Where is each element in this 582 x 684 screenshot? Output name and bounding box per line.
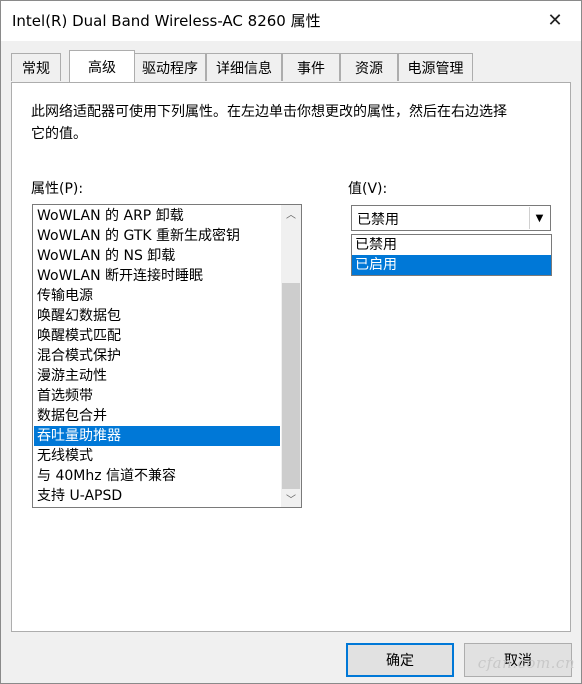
scroll-down-button[interactable]: ﹀ xyxy=(281,490,301,507)
scroll-up-button[interactable]: ︿ xyxy=(281,205,301,222)
properties-listbox[interactable]: WoWLAN 的 ARP 卸载 WoWLAN 的 GTK 重新生成密钥 WoWL… xyxy=(32,204,302,508)
list-item[interactable]: WoWLAN 的 ARP 卸载 xyxy=(34,206,280,226)
window-title: Intel(R) Dual Band Wireless-AC 8260 属性 xyxy=(12,12,321,30)
list-item[interactable]: 与 40Mhz 信道不兼容 xyxy=(34,466,280,486)
scroll-thumb[interactable] xyxy=(282,283,300,489)
tab-resources[interactable]: 资源 xyxy=(340,53,398,81)
combobox-dropdown-button[interactable]: ▼ xyxy=(529,207,549,229)
list-item[interactable]: 无线模式 xyxy=(34,446,280,466)
chevron-up-icon: ︿ xyxy=(286,210,296,221)
list-scrollbar[interactable]: ︿ ﹀ xyxy=(281,205,301,507)
list-item[interactable]: WoWLAN 的 GTK 重新生成密钥 xyxy=(34,226,280,246)
list-item[interactable]: 数据包合并 xyxy=(34,406,280,426)
tab-general[interactable]: 常规 xyxy=(11,53,61,81)
tab-advanced[interactable]: 高级 xyxy=(69,50,135,82)
value-dropdown-list: 已禁用 已启用 xyxy=(351,234,552,276)
list-item[interactable]: 首选频带 xyxy=(34,386,280,406)
properties-label: 属性(P): xyxy=(31,181,84,197)
panel-description: 此网络适配器可使用下列属性。在左边单击你想更改的属性，然后在右边选择它的值。 xyxy=(31,104,507,142)
properties-list: WoWLAN 的 ARP 卸载 WoWLAN 的 GTK 重新生成密钥 WoWL… xyxy=(34,206,280,506)
tab-strip: 常规 高级 驱动程序 详细信息 事件 资源 电源管理 xyxy=(11,50,571,83)
list-item[interactable]: 唤醒模式匹配 xyxy=(34,326,280,346)
list-item[interactable]: WoWLAN 的 NS 卸载 xyxy=(34,246,280,266)
watermark-logo: cfan.com.cn xyxy=(477,654,575,672)
value-combobox-current: 已禁用 xyxy=(357,212,399,228)
title-bar: Intel(R) Dual Band Wireless-AC 8260 属性 ✕ xyxy=(1,1,581,41)
value-combobox[interactable]: 已禁用 ▼ xyxy=(351,205,551,231)
close-button[interactable]: ✕ xyxy=(533,3,577,37)
tab-driver[interactable]: 驱动程序 xyxy=(134,53,206,81)
list-item-selected[interactable]: 吞吐量助推器 xyxy=(34,426,280,446)
properties-dialog: Intel(R) Dual Band Wireless-AC 8260 属性 ✕… xyxy=(0,0,582,684)
list-item[interactable]: 支持 U-APSD xyxy=(34,486,280,506)
dropdown-option-disabled[interactable]: 已禁用 xyxy=(352,235,551,255)
list-item[interactable]: 传输电源 xyxy=(34,286,280,306)
tab-details[interactable]: 详细信息 xyxy=(206,53,282,81)
advanced-panel: 此网络适配器可使用下列属性。在左边单击你想更改的属性，然后在右边选择它的值。 属… xyxy=(11,82,571,632)
tab-events[interactable]: 事件 xyxy=(282,53,340,81)
list-item[interactable]: 唤醒幻数据包 xyxy=(34,306,280,326)
dropdown-option-enabled[interactable]: 已启用 xyxy=(352,255,551,275)
list-item[interactable]: 漫游主动性 xyxy=(34,366,280,386)
triangle-down-icon: ▼ xyxy=(535,212,544,224)
ok-button[interactable]: 确定 xyxy=(346,643,454,677)
close-icon: ✕ xyxy=(547,9,563,31)
tab-power-management[interactable]: 电源管理 xyxy=(398,53,473,81)
list-item[interactable]: 混合模式保护 xyxy=(34,346,280,366)
chevron-down-icon: ﹀ xyxy=(286,495,296,506)
list-item[interactable]: WoWLAN 断开连接时睡眠 xyxy=(34,266,280,286)
value-label: 值(V): xyxy=(348,181,388,197)
